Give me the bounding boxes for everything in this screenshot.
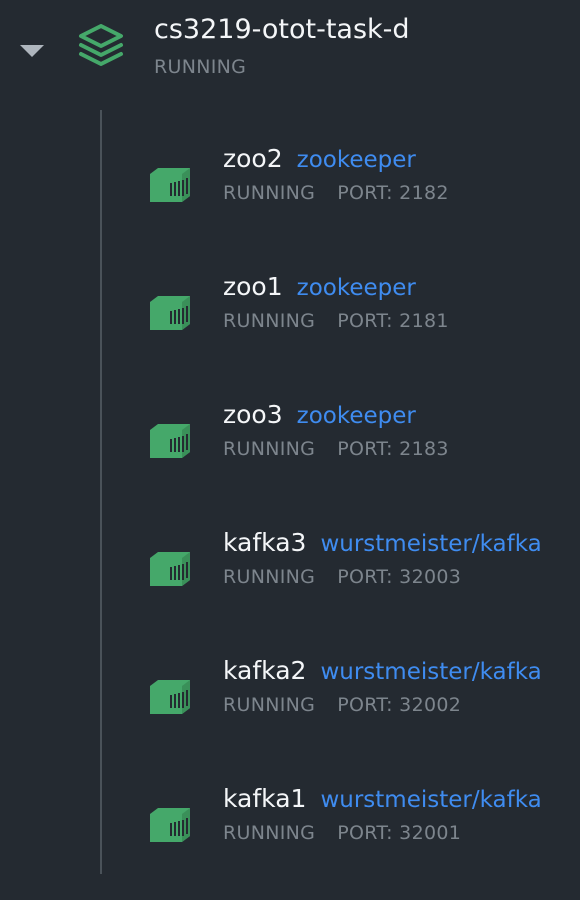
container-name: kafka1 [223,784,307,813]
container-row[interactable]: zoo1 zookeeper RUNNING PORT: 2181 [110,270,580,388]
container-status: RUNNING [223,694,316,716]
container-row[interactable]: zoo3 zookeeper RUNNING PORT: 2183 [110,398,580,516]
container-row[interactable]: kafka1 wurstmeister/kafka RUNNING PORT: 32… [110,782,580,900]
image-link[interactable]: zookeeper [297,275,416,301]
container-name: zoo2 [223,144,283,173]
container-icon [150,552,190,586]
tree-connector-line [100,110,102,874]
image-link[interactable]: wurstmeister/kafka [320,659,541,685]
project-name: cs3219-otot-task-d [154,14,410,45]
container-icon [150,424,190,458]
image-link[interactable]: wurstmeister/kafka [320,531,541,557]
compose-project-row[interactable]: cs3219-otot-task-d RUNNING [0,0,580,110]
image-link[interactable]: wurstmeister/kafka [320,787,541,813]
container-name: zoo1 [223,272,283,301]
stack-icon [79,24,123,66]
container-status: RUNNING [223,566,316,588]
project-status: RUNNING [154,56,247,78]
container-icon [150,680,190,714]
chevron-down-icon[interactable] [20,45,44,57]
container-status: RUNNING [223,822,316,844]
container-row[interactable]: kafka3 wurstmeister/kafka RUNNING PORT: 32… [110,526,580,644]
container-port: PORT: 2182 [337,182,449,204]
container-status: RUNNING [223,182,316,204]
container-icon [150,808,190,842]
container-row[interactable]: zoo2 zookeeper RUNNING PORT: 2182 [110,142,580,260]
container-name: zoo3 [223,400,283,429]
container-status: RUNNING [223,438,316,460]
container-row[interactable]: kafka2 wurstmeister/kafka RUNNING PORT: 32… [110,654,580,772]
container-port: PORT: 32002 [337,694,462,716]
container-port: PORT: 2183 [337,438,449,460]
container-port: PORT: 2181 [337,310,449,332]
image-link[interactable]: zookeeper [297,403,416,429]
container-port: PORT: 32001 [337,822,462,844]
container-name: kafka2 [223,656,307,685]
container-icon [150,296,190,330]
container-name: kafka3 [223,528,307,557]
container-status: RUNNING [223,310,316,332]
image-link[interactable]: zookeeper [297,147,416,173]
container-icon [150,168,190,202]
container-port: PORT: 32003 [337,566,462,588]
